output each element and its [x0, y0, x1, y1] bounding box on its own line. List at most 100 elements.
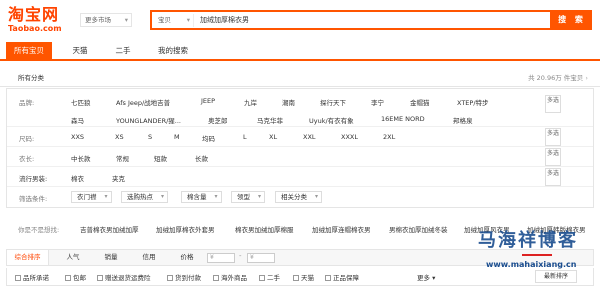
length-option[interactable]: 中长款 [71, 153, 91, 163]
check-genuine[interactable]: 正品保障 [325, 272, 359, 282]
filter-related-dropdown[interactable]: 相关分类 ▾ [275, 191, 322, 203]
size-option[interactable]: L [243, 133, 247, 141]
popular-option[interactable]: 夹克 [112, 173, 125, 183]
checkbox-icon [15, 275, 21, 281]
suggest-item[interactable]: 男棉衣加厚加绒冬装 [389, 224, 448, 234]
sort-credit[interactable]: 信用 [135, 250, 163, 265]
check-label: 赠送退货运费险 [105, 274, 151, 282]
price-max-input[interactable]: ¥ [247, 253, 275, 263]
size-option[interactable]: XS [115, 133, 124, 141]
size-option[interactable]: XXL [303, 133, 316, 141]
brand-label: 品牌: [19, 99, 35, 107]
tab-my-search[interactable]: 我的搜索 [148, 42, 198, 59]
brand-option[interactable]: 奥芝郎 [208, 115, 228, 125]
check-overseas[interactable]: 海外商品 [213, 272, 247, 282]
popular-multiselect-button[interactable]: 多选 [545, 168, 561, 186]
tab-tmall[interactable]: 天猫 [62, 42, 98, 59]
length-option[interactable]: 短款 [154, 153, 167, 163]
brand-option[interactable]: 马克华菲 [257, 115, 283, 125]
brand-option[interactable]: Afs Jeep/战地吉普 [116, 97, 170, 107]
brand-option[interactable]: JEEP [201, 97, 215, 105]
check-label: 包邮 [73, 274, 86, 282]
brand-option[interactable]: Uyuk/有衣有象 [309, 115, 354, 125]
sort-price[interactable]: 价格 [173, 250, 201, 265]
sort-sales[interactable]: 销量 [97, 250, 125, 265]
check-free-shipping[interactable]: 包邮 [65, 272, 86, 282]
more-filters-label: 更多 [417, 274, 430, 282]
check-secondhand[interactable]: 二手 [259, 272, 280, 282]
size-option[interactable]: 均码 [202, 133, 215, 143]
check-cod[interactable]: 货到付款 [167, 272, 201, 282]
size-option[interactable]: S [148, 133, 152, 141]
chevron-down-icon: ▾ [160, 193, 164, 200]
length-option[interactable]: 常规 [116, 153, 129, 163]
check-label: 天猫 [301, 274, 314, 282]
size-option[interactable]: 2XL [383, 133, 395, 141]
size-multiselect-button[interactable]: 多选 [545, 128, 561, 146]
chevron-down-icon: ▾ [257, 193, 261, 200]
tab-secondhand[interactable]: 二手 [104, 42, 142, 59]
checkbox-icon [325, 275, 331, 281]
checkbox-icon [259, 275, 265, 281]
suggest-item[interactable]: 吉普棉衣男加绒加厚 [80, 224, 139, 234]
brand-option[interactable]: 李宁 [371, 97, 384, 107]
brand-option[interactable]: XTEP/特步 [457, 97, 489, 107]
check-label: 货到付款 [175, 274, 201, 282]
price-min-input[interactable]: ¥ [207, 253, 235, 263]
brand-option[interactable]: 森马 [71, 115, 84, 125]
search-input[interactable] [200, 14, 500, 27]
filter-hot-dropdown[interactable]: 选购热点 ▾ [121, 191, 168, 203]
suggest-item[interactable]: 加绒加厚棉衣外套男 [156, 224, 215, 234]
chevron-right-icon: › [585, 74, 588, 82]
brand-option[interactable]: 潮南 [282, 97, 295, 107]
check-label: 二手 [267, 274, 280, 282]
check-tmall[interactable]: 天猫 [293, 272, 314, 282]
result-count-text: 共 20.96万 件宝贝 [528, 74, 584, 82]
watermark-cn-text: 马海祥博客 [478, 230, 578, 251]
search-scope-label: 宝贝 [158, 16, 171, 24]
length-multiselect-button[interactable]: 多选 [545, 148, 561, 166]
filter-related-label: 相关分类 [281, 193, 307, 201]
search-button[interactable]: 搜 索 [552, 10, 592, 30]
brand-multiselect-button[interactable]: 多选 [545, 95, 561, 113]
chevron-down-icon: ▾ [314, 193, 318, 200]
popular-option[interactable]: 棉衣 [71, 173, 84, 183]
brand-option[interactable]: YOUNGLANDER/猩... [116, 115, 181, 125]
taobao-logo[interactable]: 淘宝网 Taobao.com [8, 6, 68, 36]
sort-default[interactable]: 综合排序 [7, 250, 49, 265]
search-scope-select[interactable]: 宝贝 ▾ [154, 14, 194, 27]
brand-option[interactable]: 16EME NORD [381, 115, 425, 123]
filter-hot-label: 选购热点 [127, 193, 153, 201]
size-option[interactable]: XXXL [341, 133, 358, 141]
suggest-item[interactable]: 加绒加厚连帽棉衣男 [312, 224, 371, 234]
watermark: 马海祥博客 www.mahaixiang.cn [478, 226, 596, 276]
check-label: 海外商品 [221, 274, 247, 282]
size-option[interactable]: XL [269, 133, 277, 141]
size-label: 尺码: [19, 135, 35, 143]
check-return-insurance[interactable]: 赠送退货运费险 [97, 272, 151, 282]
tab-all-items[interactable]: 所有宝贝 [6, 42, 52, 59]
sort-popularity[interactable]: 人气 [59, 250, 87, 265]
size-row: 尺码: XXS XS S M 均码 L XL XXL XXXL 2XL 多选 [7, 127, 593, 147]
more-filters-link[interactable]: 更多 ▾ [417, 272, 435, 282]
brand-row: 品牌: 七匹狼 Afs Jeep/战地吉普 JEEP 九岸 潮南 探行天下 李宁… [7, 89, 593, 127]
all-categories-link[interactable]: 所有分类 [18, 72, 44, 82]
check-promise[interactable]: 品所承诺 [15, 272, 49, 282]
price-range-separator: - [239, 252, 242, 260]
result-count: 共 20.96万 件宝贝 › [528, 72, 588, 82]
size-option[interactable]: XXS [71, 133, 84, 141]
brand-option[interactable]: 七匹狼 [71, 97, 91, 107]
size-option[interactable]: M [174, 133, 180, 141]
header: 淘宝网 Taobao.com 更多市场 ▾ 宝贝 ▾ 搜 索 [0, 0, 600, 40]
brand-option[interactable]: 邦格泉 [453, 115, 473, 125]
more-market-dropdown[interactable]: 更多市场 ▾ [80, 13, 132, 27]
brand-option[interactable]: 金帽猫 [410, 97, 430, 107]
length-option[interactable]: 长款 [195, 153, 208, 163]
brand-option[interactable]: 九岸 [244, 97, 257, 107]
filter-cotton-dropdown[interactable]: 棉含量 ▾ [181, 191, 222, 203]
brand-option[interactable]: 探行天下 [320, 97, 346, 107]
filter-placket-dropdown[interactable]: 衣门襟 ▾ [71, 191, 112, 203]
search-tabs: 所有宝贝 天猫 二手 我的搜索 [0, 42, 600, 61]
filter-collar-dropdown[interactable]: 领型 ▾ [231, 191, 265, 203]
suggest-item[interactable]: 棉衣男加绒加厚棉服 [235, 224, 294, 234]
